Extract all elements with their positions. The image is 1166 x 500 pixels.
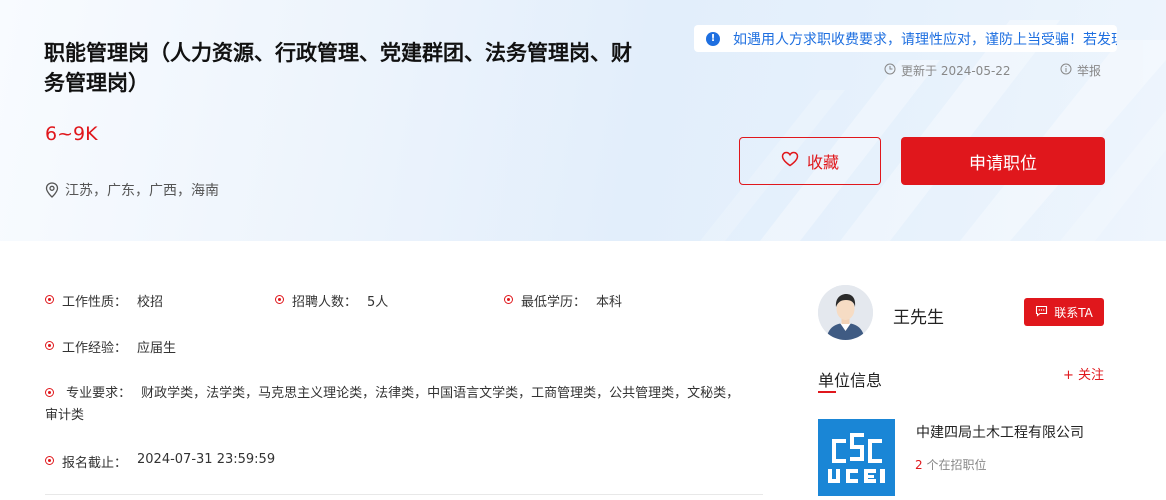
favorite-button[interactable]: 收藏 bbox=[739, 137, 881, 185]
detail-education: 最低学历： 本科 bbox=[504, 291, 622, 310]
job-header: 职能管理岗（人力资源、行政管理、党建群团、法务管理岗、财务管理岗） 6~9K 江… bbox=[0, 0, 1166, 241]
detail-headcount: 招聘人数： 5人 bbox=[275, 291, 388, 310]
detail-major: 专业要求： 财政学类，法学类，马克思主义理论类，法律类，中国语言文学类，工商管理类… bbox=[45, 386, 740, 423]
recruiter-name: 王先生 bbox=[893, 308, 944, 328]
recruiter-avatar bbox=[818, 285, 873, 340]
company-section-title: 单位信息 bbox=[818, 371, 883, 390]
bullet-icon bbox=[45, 388, 54, 397]
fraud-warning-text: 如遇用人方求职收费要求，请理性应对，谨防上当受骗！若发现虚假信息，请及时举报 bbox=[733, 31, 1117, 48]
fraud-warning-banner[interactable]: ! 如遇用人方求职收费要求，请理性应对，谨防上当受骗！若发现虚假信息，请及时举报 bbox=[694, 25, 1117, 52]
bullet-icon bbox=[45, 341, 54, 350]
job-count-suffix: 个在招职位 bbox=[922, 458, 987, 472]
cscec-logo-icon bbox=[818, 419, 895, 496]
chat-icon bbox=[1035, 305, 1048, 320]
company-logo[interactable] bbox=[818, 419, 895, 496]
detail-job-nature: 工作性质： 校招 bbox=[45, 291, 163, 310]
job-title: 职能管理岗（人力资源、行政管理、党建群团、法务管理岗、财务管理岗） bbox=[44, 41, 632, 95]
company-job-count: 2 个在招职位 bbox=[915, 456, 986, 473]
contact-label: 联系TA bbox=[1054, 305, 1093, 320]
detail-experience: 工作经验： 应届生 bbox=[45, 337, 176, 356]
update-date-text: 更新于 2024-05-22 bbox=[901, 64, 1011, 78]
bullet-icon bbox=[45, 295, 54, 304]
bullet-icon bbox=[45, 456, 54, 465]
person-icon bbox=[818, 285, 873, 340]
favorite-label: 收藏 bbox=[806, 153, 839, 172]
heart-icon bbox=[781, 151, 799, 171]
apply-button[interactable]: 申请职位 bbox=[901, 137, 1105, 185]
job-count-number: 2 bbox=[915, 458, 923, 472]
location-pin-icon bbox=[45, 182, 59, 198]
job-location: 江苏，广东，广西，海南 bbox=[45, 180, 219, 200]
bullet-icon bbox=[504, 295, 513, 304]
report-label: 举报 bbox=[1077, 64, 1102, 78]
location-text: 江苏，广东，广西，海南 bbox=[65, 183, 219, 199]
contact-button[interactable]: 联系TA bbox=[1024, 298, 1104, 326]
detail-deadline: 报名截止： 2024-07-31 23:59:59 bbox=[45, 452, 275, 471]
update-date: 更新于 2024-05-22 bbox=[884, 62, 1011, 79]
report-info-icon bbox=[1060, 63, 1072, 78]
detail-divider bbox=[45, 494, 763, 495]
info-icon: ! bbox=[706, 31, 720, 46]
report-link[interactable]: 举报 bbox=[1060, 62, 1101, 79]
section-underline bbox=[818, 391, 836, 393]
bullet-icon bbox=[275, 295, 284, 304]
job-salary: 6~9K bbox=[45, 123, 98, 145]
company-name[interactable]: 中建四局土木工程有限公司 bbox=[916, 422, 1084, 442]
follow-button[interactable]: + 关注 bbox=[1063, 364, 1104, 383]
clock-icon bbox=[884, 63, 896, 78]
